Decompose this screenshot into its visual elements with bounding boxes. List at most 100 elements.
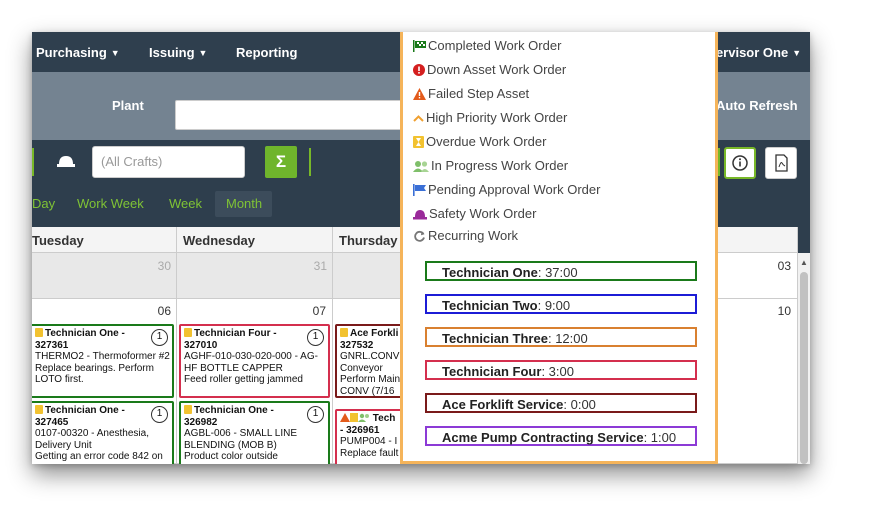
view-month[interactable]: Month	[215, 191, 272, 217]
scroll-up-icon[interactable]: ▲	[800, 258, 808, 267]
technician-two-hours: Technician Two: 9:00	[425, 294, 697, 314]
technician-name: Acme Pump Contracting Service	[442, 430, 644, 445]
chevron-down-icon: ▼	[110, 48, 120, 58]
legend-in-progress: In Progress Work Order	[413, 158, 568, 173]
card-title: Technician One -	[45, 405, 125, 416]
card-description: Product color outside	[184, 451, 278, 462]
card-asset: THERMO2 - Thermoformer #2	[35, 351, 170, 362]
legend-label: High Priority Work Order	[426, 110, 568, 125]
legend-recurring: Recurring Work	[413, 228, 518, 243]
legend-pending-approval: Pending Approval Work Order	[413, 182, 600, 197]
count-badge: 1	[151, 329, 168, 346]
legend-label: Safety Work Order	[429, 206, 537, 221]
technician-three-hours: Technician Three: 12:00	[425, 327, 697, 347]
card-id: 326982	[184, 416, 218, 428]
day-number: 07	[312, 304, 326, 318]
warning-triangle-icon	[413, 88, 426, 100]
work-order-card[interactable]: Technician One - 327465 0107-00320 - Ane…	[32, 401, 174, 464]
plant-label: Plant	[112, 98, 144, 113]
card-description: LOTO first.	[35, 374, 84, 385]
card-title: Technician One -	[45, 328, 125, 339]
day-number: 06	[157, 304, 171, 318]
day-number: 03	[777, 259, 791, 273]
count-badge: 1	[151, 406, 168, 423]
card-title: Tech	[372, 413, 396, 424]
user-name: pervisor One	[708, 45, 789, 60]
technician-name: Technician Three	[442, 331, 548, 346]
day-cell[interactable]: 31	[177, 253, 333, 299]
hourglass-icon	[35, 405, 43, 414]
hourglass-icon	[350, 413, 358, 422]
ace-forklift-hours: Ace Forklift Service: 0:00	[425, 393, 697, 413]
hourglass-icon	[184, 328, 192, 337]
technician-name: Ace Forklift Service	[442, 397, 564, 412]
warning-triangle-icon	[340, 413, 350, 422]
legend-info-button[interactable]	[724, 147, 756, 179]
nav-reporting[interactable]: Reporting	[236, 45, 297, 60]
day-cell[interactable]: 10	[718, 299, 798, 464]
screenshot-frame: Purchasing ▼ Issuing ▼ Reporting pervisor …	[32, 32, 810, 464]
card-asset: 0107-00320 - Anesthesia,	[35, 428, 149, 439]
technician-hours: : 9:00	[537, 298, 571, 313]
chevron-down-icon: ▼	[792, 48, 802, 58]
day-label: Thursday	[339, 233, 398, 248]
users-icon	[413, 161, 429, 172]
scrollbar-thumb[interactable]	[800, 272, 808, 464]
technician-one-hours: Technician One: 37:00	[425, 261, 697, 281]
card-asset: AGBL-006 - SMALL LINE	[184, 428, 298, 439]
nav-purchasing[interactable]: Purchasing ▼	[36, 45, 120, 60]
legend-label: In Progress Work Order	[431, 158, 569, 173]
auto-refresh-toggle[interactable]: Auto Refresh	[716, 98, 798, 113]
view-work-week[interactable]: Work Week	[77, 196, 144, 211]
day-header-tuesday: Tuesday	[32, 227, 177, 253]
view-week[interactable]: Week	[169, 196, 202, 211]
legend-label: Recurring Work	[428, 228, 519, 243]
toolbar-divider	[309, 148, 311, 176]
pdf-icon	[775, 154, 788, 172]
nav-purchasing-label: Purchasing	[36, 45, 107, 60]
card-id: 327010	[184, 339, 218, 351]
day-cell[interactable]	[333, 253, 403, 299]
pdf-export-button[interactable]	[765, 147, 797, 179]
card-asset: HF BOTTLE CAPPER	[184, 362, 283, 374]
nav-issuing[interactable]: Issuing ▼	[149, 45, 207, 60]
legend-completed: Completed Work Order	[413, 38, 561, 53]
acme-pump-hours: Acme Pump Contracting Service: 1:00	[425, 426, 697, 446]
day-number: 30	[157, 259, 171, 273]
count-badge: 1	[307, 329, 324, 346]
card-id: 327465	[35, 416, 69, 428]
card-description: Replace bearings. Perform	[35, 362, 154, 374]
day-cell[interactable]: 30	[32, 253, 177, 299]
work-order-card[interactable]: Technician One - 326982 AGBL-006 - SMALL…	[179, 401, 330, 464]
count-badge: 1	[307, 406, 324, 423]
work-order-card[interactable]: Technician Four - 327010 AGHF-010-030-02…	[179, 324, 330, 398]
legend-overdue: Overdue Work Order	[413, 134, 546, 149]
work-order-card[interactable]: Technician One - 327361 THERMO2 - Thermo…	[32, 324, 174, 398]
view-day[interactable]: Day	[32, 196, 55, 211]
crafts-filter-input[interactable]: (All Crafts)	[92, 146, 245, 178]
day-header-monday	[718, 227, 798, 253]
plant-input[interactable]	[175, 100, 415, 130]
sigma-button[interactable]: Σ	[265, 146, 297, 178]
legend-label: Completed Work Order	[428, 38, 562, 53]
day-label: Wednesday	[183, 233, 256, 248]
info-icon	[732, 155, 748, 171]
legend-label: Overdue Work Order	[426, 134, 547, 149]
card-title: Technician One -	[194, 405, 274, 416]
technician-name: Technician Four	[442, 364, 542, 379]
technician-four-hours: Technician Four: 3:00	[425, 360, 697, 380]
legend-down-asset: Down Asset Work Order	[413, 62, 566, 77]
flag-icon	[413, 184, 426, 196]
toolbar-divider	[32, 148, 34, 176]
day-cell[interactable]: 03	[718, 253, 798, 299]
hard-hat-icon[interactable]	[56, 154, 76, 173]
nav-issuing-label: Issuing	[149, 45, 195, 60]
card-asset: AGHF-010-030-020-000 - AG-	[184, 351, 318, 362]
recurring-icon	[414, 230, 425, 242]
hard-hat-icon	[413, 210, 427, 220]
card-title: Ace Forkli	[350, 328, 399, 339]
day-header-thursday: Thursday	[333, 227, 403, 253]
technician-hours: : 1:00	[643, 430, 677, 445]
user-menu[interactable]: pervisor One ▼	[708, 45, 801, 60]
legend-label: Pending Approval Work Order	[428, 182, 601, 197]
